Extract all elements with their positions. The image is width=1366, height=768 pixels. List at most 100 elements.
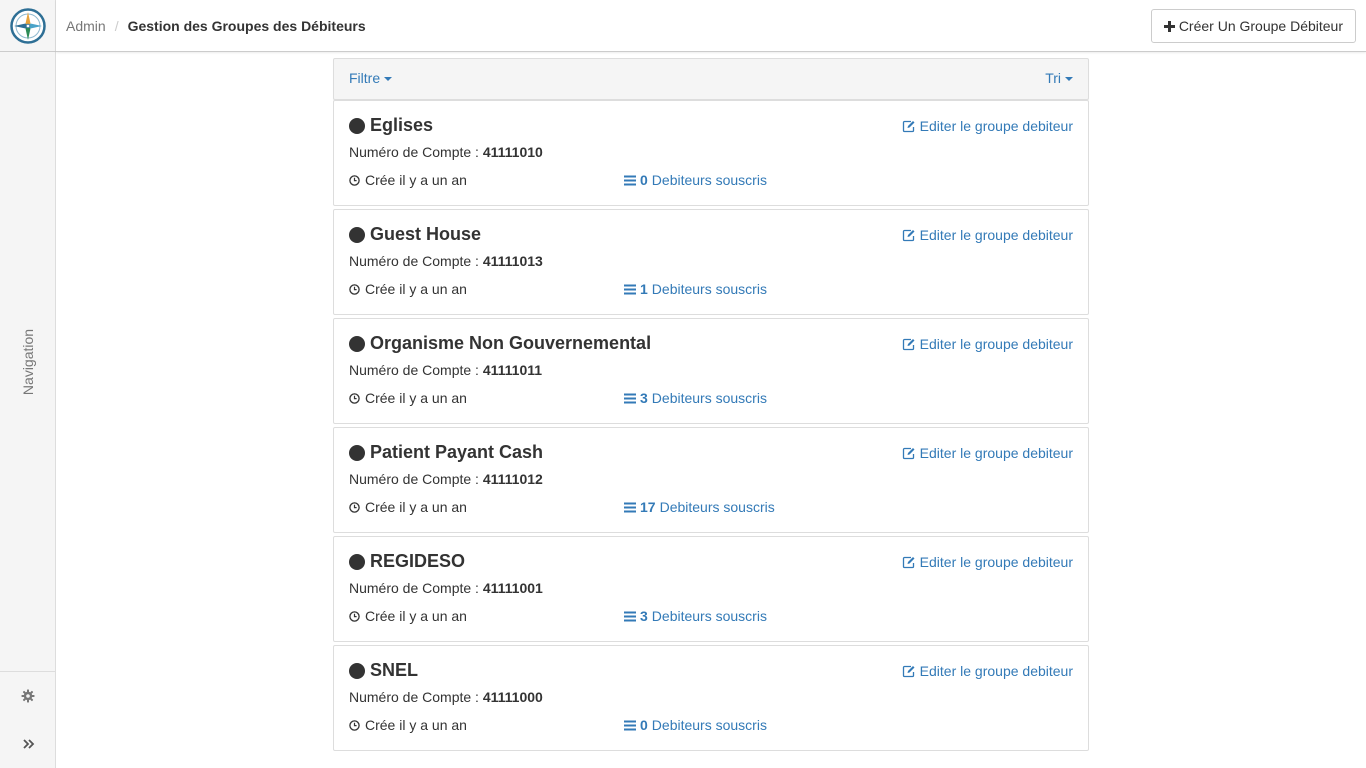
- debtors-suffix: Debiteurs souscris: [651, 608, 767, 624]
- account-line: Numéro de Compte : 41111012: [349, 471, 543, 487]
- account-line: Numéro de Compte : 41111000: [349, 689, 543, 705]
- debtor-group-card: Guest House Editer le groupe debiteur Nu…: [333, 209, 1089, 315]
- created-line: Crée il y a un an: [349, 172, 467, 188]
- group-title: Patient Payant Cash: [349, 442, 543, 463]
- debtors-count: 17: [640, 499, 656, 515]
- group-name: Guest House: [370, 224, 482, 244]
- group-name: Eglises: [370, 115, 434, 135]
- edit-group-label: Editer le groupe debiteur: [919, 336, 1073, 352]
- debtor-group-card: SNEL Editer le groupe debiteur Numéro de…: [333, 645, 1089, 751]
- double-chevron-right-icon[interactable]: [21, 737, 35, 751]
- created-text: Crée il y a un an: [365, 172, 467, 188]
- debtors-count: 3: [640, 390, 648, 406]
- top-header: Admin / Gestion des Groupes des Débiteur…: [56, 0, 1366, 52]
- edit-group-link[interactable]: Editer le groupe debiteur: [902, 445, 1073, 461]
- list-icon: [624, 393, 636, 403]
- account-line: Numéro de Compte : 41111011: [349, 362, 542, 378]
- account-prefix: Numéro de Compte :: [349, 144, 479, 160]
- breadcrumb-separator: /: [114, 18, 119, 34]
- edit-group-link[interactable]: Editer le groupe debiteur: [902, 118, 1073, 134]
- navigation-label[interactable]: Navigation: [20, 329, 36, 395]
- clock-icon: [349, 283, 360, 295]
- status-dot-icon: [349, 553, 365, 570]
- debtor-group-card: Organisme Non Gouvernemental Editer le g…: [333, 318, 1089, 424]
- caret-down-icon: [1065, 77, 1073, 82]
- edit-icon: [902, 447, 915, 459]
- list-icon: [624, 284, 636, 294]
- debtor-group-card: Patient Payant Cash Editer le groupe deb…: [333, 427, 1089, 533]
- edit-group-label: Editer le groupe debiteur: [919, 227, 1073, 243]
- group-title: SNEL: [349, 660, 418, 681]
- sort-dropdown[interactable]: Tri: [1045, 70, 1073, 86]
- created-line: Crée il y a un an: [349, 608, 467, 624]
- account-prefix: Numéro de Compte :: [349, 471, 479, 487]
- account-prefix: Numéro de Compte :: [349, 253, 479, 269]
- debtors-count: 0: [640, 717, 648, 733]
- subscribed-debtors-link[interactable]: 17 Debiteurs souscris: [624, 499, 775, 515]
- logo-compass-icon[interactable]: [10, 8, 46, 44]
- edit-group-label: Editer le groupe debiteur: [919, 445, 1073, 461]
- account-number: 41111000: [482, 689, 543, 705]
- created-text: Crée il y a un an: [365, 608, 467, 624]
- account-number: 41111001: [482, 580, 543, 596]
- debtors-count: 1: [640, 281, 648, 297]
- created-text: Crée il y a un an: [365, 390, 467, 406]
- debtors-suffix: Debiteurs souscris: [651, 390, 767, 406]
- debtor-group-card: Eglises Editer le groupe debiteur Numéro…: [333, 100, 1089, 206]
- edit-icon: [902, 229, 915, 241]
- edit-group-link[interactable]: Editer le groupe debiteur: [902, 336, 1073, 352]
- group-title: Guest House: [349, 224, 481, 245]
- create-group-button[interactable]: Créer Un Groupe Débiteur: [1150, 9, 1356, 43]
- created-line: Crée il y a un an: [349, 281, 467, 297]
- sidebar-divider: [0, 51, 56, 52]
- debtors-count: 0: [640, 172, 648, 188]
- sidebar-divider: [0, 671, 56, 672]
- breadcrumb-admin[interactable]: Admin: [66, 18, 106, 34]
- list-icon: [624, 611, 636, 621]
- edit-group-label: Editer le groupe debiteur: [919, 554, 1073, 570]
- edit-group-label: Editer le groupe debiteur: [919, 663, 1073, 679]
- status-dot-icon: [349, 117, 365, 134]
- clock-icon: [349, 392, 360, 404]
- debtors-suffix: Debiteurs souscris: [651, 717, 767, 733]
- account-number: 41111013: [482, 253, 543, 269]
- debtors-suffix: Debiteurs souscris: [651, 172, 767, 188]
- subscribed-debtors-link[interactable]: 3 Debiteurs souscris: [624, 608, 767, 624]
- filter-label: Filtre: [349, 70, 381, 86]
- subscribed-debtors-link[interactable]: 0 Debiteurs souscris: [624, 717, 767, 733]
- filter-dropdown[interactable]: Filtre: [349, 70, 393, 86]
- gear-icon[interactable]: [21, 689, 35, 703]
- list-icon: [624, 720, 636, 730]
- account-prefix: Numéro de Compte :: [349, 689, 479, 705]
- subscribed-debtors-link[interactable]: 0 Debiteurs souscris: [624, 172, 767, 188]
- edit-group-link[interactable]: Editer le groupe debiteur: [902, 227, 1073, 243]
- status-dot-icon: [349, 335, 365, 352]
- created-text: Crée il y a un an: [365, 499, 467, 515]
- account-prefix: Numéro de Compte :: [349, 580, 479, 596]
- account-number: 41111010: [482, 144, 543, 160]
- created-line: Crée il y a un an: [349, 390, 467, 406]
- group-name: Organisme Non Gouvernemental: [370, 333, 652, 353]
- list-icon: [624, 175, 636, 185]
- list-icon: [624, 502, 636, 512]
- edit-group-link[interactable]: Editer le groupe debiteur: [902, 554, 1073, 570]
- edit-icon: [902, 120, 915, 132]
- account-prefix: Numéro de Compte :: [349, 362, 479, 378]
- page-title: Gestion des Groupes des Débiteurs: [127, 18, 366, 34]
- created-text: Crée il y a un an: [365, 281, 467, 297]
- group-name: SNEL: [370, 660, 419, 680]
- account-number: 41111012: [482, 471, 543, 487]
- subscribed-debtors-link[interactable]: 1 Debiteurs souscris: [624, 281, 767, 297]
- group-name: REGIDESO: [370, 551, 466, 571]
- clock-icon: [349, 501, 360, 513]
- edit-group-link[interactable]: Editer le groupe debiteur: [902, 663, 1073, 679]
- caret-down-icon: [384, 77, 393, 82]
- edit-icon: [902, 556, 915, 568]
- status-dot-icon: [349, 662, 365, 679]
- subscribed-debtors-link[interactable]: 3 Debiteurs souscris: [624, 390, 767, 406]
- status-dot-icon: [349, 444, 365, 461]
- clock-icon: [349, 610, 360, 622]
- group-title: Eglises: [349, 115, 433, 136]
- debtors-suffix: Debiteurs souscris: [651, 281, 767, 297]
- edit-group-label: Editer le groupe debiteur: [919, 118, 1073, 134]
